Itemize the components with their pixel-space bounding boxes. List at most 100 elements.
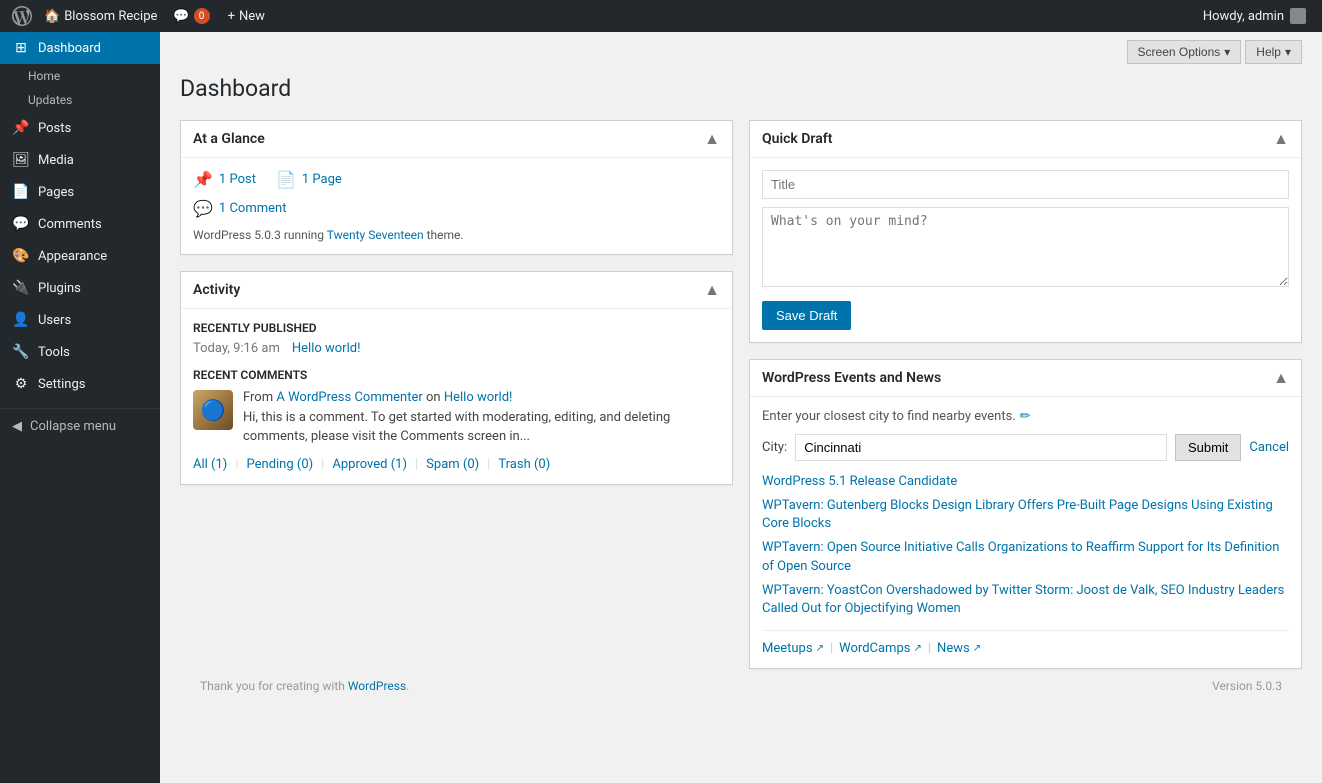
at-a-glance-header: At a Glance ▲ [181, 121, 732, 158]
filter-all[interactable]: All (1) [193, 457, 227, 472]
filter-spam[interactable]: Spam (0) [426, 457, 479, 472]
recent-comments-label: Recent Comments [193, 368, 720, 382]
adminbar-new[interactable]: + New [220, 0, 273, 32]
chevron-down-icon: ▾ [1224, 45, 1230, 59]
sidebar-item-dashboard[interactable]: ⊞ Dashboard [0, 32, 160, 64]
city-input[interactable] [795, 434, 1167, 461]
news-item-1[interactable]: WPTavern: Gutenberg Blocks Design Librar… [762, 497, 1289, 533]
wordcamps-external-icon: ↗ [913, 643, 921, 654]
hello-world-link[interactable]: Hello world! [292, 341, 361, 356]
meetups-link[interactable]: Meetups ↗ [762, 641, 824, 656]
draft-body-textarea[interactable] [762, 207, 1289, 287]
sidebar-item-tools[interactable]: 🔧 Tools [0, 336, 160, 368]
comment-text: Hi, this is a comment. To get started wi… [243, 408, 720, 447]
wp-link[interactable]: WordPress [348, 679, 406, 693]
posts-icon: 📌 [12, 120, 30, 136]
glance-pages: 📄 1 Page [276, 170, 342, 189]
sidebar-item-posts[interactable]: 📌 Posts [0, 112, 160, 144]
quick-draft-header: Quick Draft ▲ [750, 121, 1301, 158]
wp-events-widget: WordPress Events and News ▲ Enter your c… [749, 359, 1302, 669]
draft-title-input[interactable] [762, 170, 1289, 199]
sidebar-item-settings[interactable]: ⚙ Settings [0, 368, 160, 400]
media-icon: 🖼 [12, 152, 30, 168]
chevron-down-icon-help: ▾ [1285, 45, 1291, 59]
howdy-text[interactable]: Howdy, admin [1195, 8, 1314, 24]
sidebar-item-pages[interactable]: 📄 Pages [0, 176, 160, 208]
news-item-3[interactable]: WPTavern: YoastCon Overshadowed by Twitt… [762, 582, 1289, 618]
adminbar-site-name[interactable]: 🏠 Blossom Recipe [36, 0, 165, 32]
news-external-icon: ↗ [973, 643, 981, 654]
pages-icon: 📄 [12, 184, 30, 200]
wp-logo[interactable] [8, 0, 36, 32]
news-item-2[interactable]: WPTavern: Open Source Initiative Calls O… [762, 539, 1289, 575]
recently-published-label: Recently Published [193, 321, 720, 335]
comment-post-link[interactable]: Hello world! [444, 390, 513, 405]
sidebar-item-updates[interactable]: Updates [0, 88, 160, 112]
events-footer: Meetups ↗ | WordCamps ↗ | Ne [762, 630, 1289, 656]
comment-icon: 💬 [193, 199, 213, 218]
events-intro: Enter your closest city to find nearby e… [762, 409, 1289, 424]
wp-events-body: Enter your closest city to find nearby e… [750, 397, 1301, 668]
footer-sep1: | [830, 641, 833, 656]
at-a-glance-widget: At a Glance ▲ 📌 1 Post 📄 [180, 120, 733, 255]
posts-link[interactable]: 1 Post [219, 172, 256, 187]
quick-draft-title: Quick Draft [762, 131, 832, 147]
sidebar-item-users[interactable]: 👤 Users [0, 304, 160, 336]
at-a-glance-title: At a Glance [193, 131, 265, 147]
filter-trash[interactable]: Trash (0) [498, 457, 550, 472]
activity-toggle[interactable]: ▲ [704, 280, 720, 300]
activity-item: Today, 9:16 am Hello world! [193, 341, 720, 356]
wordcamps-link[interactable]: WordCamps ↗ [839, 641, 922, 656]
screen-meta-links: Screen Options ▾ Help ▾ [160, 32, 1322, 64]
theme-link[interactable]: Twenty Seventeen [327, 228, 424, 242]
footer-sep2: | [928, 641, 931, 656]
glance-stats: 📌 1 Post 📄 1 Page [193, 170, 720, 189]
comment-filter-bar: All (1) | Pending (0) | Approved (1) | S… [193, 457, 720, 472]
dashboard-icon: ⊞ [12, 40, 30, 56]
comments-link[interactable]: 1 Comment [219, 201, 287, 216]
glance-meta: WordPress 5.0.3 running Twenty Seventeen… [193, 228, 720, 242]
quick-draft-toggle[interactable]: ▲ [1273, 129, 1289, 149]
page-title: Dashboard [180, 74, 1302, 104]
sidebar-item-plugins[interactable]: 🔌 Plugins [0, 272, 160, 304]
sep3: | [415, 457, 418, 472]
glance-comments: 💬 1 Comment [193, 199, 720, 218]
sidebar-item-media[interactable]: 🖼 Media [0, 144, 160, 176]
commenter-link[interactable]: A WordPress Commenter [276, 390, 422, 405]
sidebar-item-appearance[interactable]: 🎨 Appearance [0, 240, 160, 272]
post-icon: 📌 [193, 170, 213, 189]
comments-icon: 💬 [12, 216, 30, 232]
save-draft-button[interactable]: Save Draft [762, 301, 851, 330]
help-button[interactable]: Help ▾ [1245, 40, 1302, 64]
adminbar-comments[interactable]: 💬 0 [165, 0, 217, 32]
collapse-menu[interactable]: ◀ Collapse menu [0, 408, 160, 444]
comment-meta: From A WordPress Commenter on Hello worl… [243, 390, 720, 405]
wp-footer: Thank you for creating with WordPress. V… [180, 669, 1302, 703]
filter-pending[interactable]: Pending (0) [247, 457, 314, 472]
activity-time: Today, 9:16 am [193, 341, 280, 356]
comment-bubble-icon: 💬 [173, 9, 189, 24]
filter-approved[interactable]: Approved (1) [332, 457, 407, 472]
adminbar-items: 💬 0 + New [165, 0, 273, 32]
sidebar: ⊞ Dashboard Home Updates 📌 Posts 🖼 Media… [0, 32, 160, 783]
wp-events-header: WordPress Events and News ▲ [750, 360, 1301, 397]
sidebar-item-comments[interactable]: 💬 Comments [0, 208, 160, 240]
screen-options-button[interactable]: Screen Options ▾ [1127, 40, 1242, 64]
activity-header: Activity ▲ [181, 272, 732, 309]
pages-link[interactable]: 1 Page [302, 172, 342, 187]
activity-body: Recently Published Today, 9:16 am Hello … [181, 309, 732, 484]
activity-widget: Activity ▲ Recently Published Today, 9:1… [180, 271, 733, 485]
site-icon: 🏠 [44, 9, 60, 24]
sep1: | [235, 457, 238, 472]
page-icon: 📄 [276, 170, 296, 189]
at-a-glance-toggle[interactable]: ▲ [704, 129, 720, 149]
submit-button[interactable]: Submit [1175, 434, 1241, 461]
sidebar-item-home[interactable]: Home [0, 64, 160, 88]
wp-events-toggle[interactable]: ▲ [1273, 368, 1289, 388]
news-link-footer[interactable]: News ↗ [937, 641, 981, 656]
comment-content: From A WordPress Commenter on Hello worl… [243, 390, 720, 447]
meetups-external-icon: ↗ [816, 643, 824, 654]
cancel-link[interactable]: Cancel [1249, 440, 1289, 455]
activity-title: Activity [193, 282, 240, 298]
news-item-0[interactable]: WordPress 5.1 Release Candidate [762, 473, 1289, 491]
